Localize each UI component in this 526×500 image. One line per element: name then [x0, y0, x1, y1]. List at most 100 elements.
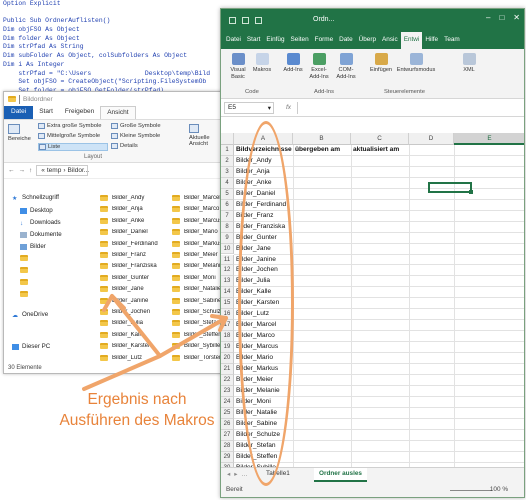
data-cell[interactable]: Bilder_Mario	[234, 353, 273, 364]
formula-input[interactable]	[297, 101, 524, 114]
select-all-corner[interactable]	[221, 133, 234, 145]
data-cell[interactable]: Bilder_Marcus	[234, 342, 278, 353]
view-extra-large-icons[interactable]: Extra große Symbole	[38, 123, 101, 129]
folder-item[interactable]: Bilder_Janine	[100, 297, 162, 304]
nav-folder-3[interactable]	[20, 279, 28, 285]
row-header[interactable]: 25	[221, 407, 234, 419]
data-cell[interactable]: Bilder_Natalie	[234, 408, 277, 419]
data-cell[interactable]: Bilder_Lutz	[234, 309, 269, 320]
data-cell[interactable]: Bilder_Julia	[234, 276, 270, 287]
data-cell[interactable]: Bilder_Anke	[234, 178, 272, 189]
xml-button[interactable]: XML	[459, 53, 479, 74]
back-arrow-icon[interactable]: ←	[8, 167, 15, 174]
folder-item[interactable]: Bilder_Jane	[100, 286, 162, 293]
data-cell[interactable]: Bilder_Franziska	[234, 222, 285, 233]
nav-pictures[interactable]: Bilder	[20, 243, 46, 250]
data-cell[interactable]: Bilder_Marcel	[234, 320, 276, 331]
row-header[interactable]: 13	[221, 276, 234, 288]
row-header[interactable]: 21	[221, 364, 234, 375]
folder-item[interactable]: Bilder_Anke	[100, 217, 162, 224]
row-header[interactable]: 7	[221, 210, 234, 222]
view-small-icons[interactable]: Kleine Symbole	[111, 133, 160, 139]
function-icon[interactable]: fx	[286, 104, 291, 111]
row-header[interactable]: 23	[221, 385, 234, 397]
folder-item[interactable]: Bilder_Franz	[100, 252, 162, 258]
addins-button[interactable]: Add-Ins	[283, 53, 303, 74]
nav-onedrive[interactable]: ☁ OneDrive	[12, 311, 48, 319]
address-path[interactable]: « temp › Bildor...	[36, 165, 89, 176]
macros-button[interactable]: Makros	[251, 53, 273, 74]
header-cell[interactable]: übergeben am	[293, 145, 340, 156]
header-cell[interactable]: Bildverzeichnisse	[234, 145, 292, 156]
data-cell[interactable]: Bilder_Steffen	[234, 452, 277, 463]
forward-arrow-icon[interactable]: →	[19, 167, 26, 174]
sheet-tab-ordner[interactable]: Ordner ausles	[314, 468, 367, 482]
data-cell[interactable]: Bilder_Marco	[234, 331, 275, 342]
data-cell[interactable]: Bilder_Melanie	[234, 386, 280, 397]
row-header[interactable]: 20	[221, 353, 234, 364]
data-cell[interactable]: Bilder_Meier	[234, 375, 273, 386]
column-header[interactable]: D	[409, 133, 454, 145]
data-cell[interactable]: Bilder_Karsten	[234, 298, 279, 309]
data-cell[interactable]: Bilder_Markus	[234, 364, 278, 375]
folder-item[interactable]: Bilder_Lutz	[100, 354, 162, 361]
row-header[interactable]: 3	[221, 166, 234, 178]
sheet-tab-tabelle1[interactable]: Tabelle1	[266, 470, 290, 477]
minimize-icon[interactable]: –	[486, 13, 490, 22]
nav-folder-2[interactable]	[20, 267, 28, 273]
excel-tab[interactable]: Überp	[356, 32, 379, 49]
excel-tab[interactable]: Forme	[312, 32, 336, 49]
autosave-icon[interactable]	[229, 17, 236, 24]
excel-tab[interactable]: Hilfe	[422, 32, 441, 49]
excel-tab[interactable]: Entwi	[400, 32, 423, 49]
row-header[interactable]: 22	[221, 374, 234, 386]
data-cell[interactable]: Bilder_Anja	[234, 167, 270, 178]
row-header[interactable]: 12	[221, 265, 234, 277]
data-cell[interactable]: Bilder_Franz	[234, 211, 273, 222]
folder-item[interactable]: Bilder_Kalle	[100, 331, 162, 338]
panes-button[interactable]: Bereiche	[8, 124, 31, 142]
tab-freigeben[interactable]: Freigeben	[59, 106, 100, 119]
excel-tab[interactable]: Seiten	[288, 32, 312, 49]
row-header[interactable]: 2	[221, 155, 234, 167]
save-icon[interactable]	[242, 17, 249, 24]
column-header[interactable]: E	[454, 133, 524, 145]
folder-item[interactable]: Bilder_Jochen	[100, 309, 162, 315]
folder-item[interactable]: Bilder_Julia	[100, 320, 162, 327]
folder-item[interactable]: Bilder_Karsten	[100, 343, 162, 350]
zoom-level[interactable]: 100 %	[490, 486, 508, 493]
worksheet-grid[interactable]: A B C D E 1 2 3 4 5 6 7 8 9 10 11 12 13 14 15 16 17 18 19 20 21 22…	[221, 133, 524, 468]
row-header[interactable]: 28	[221, 440, 234, 452]
visual-basic-button[interactable]: Visual Basic	[227, 53, 249, 80]
row-header[interactable]: 15	[221, 298, 234, 310]
data-cell[interactable]: Bilder_Jane	[234, 244, 271, 255]
zoom-slider[interactable]	[450, 490, 492, 491]
view-large-icons[interactable]: Große Symbole	[111, 123, 161, 129]
maximize-icon[interactable]: □	[499, 13, 504, 22]
undo-icon[interactable]	[255, 17, 262, 24]
excel-tab[interactable]: Datei	[223, 32, 244, 49]
folder-item[interactable]: Bilder_Ferdinand	[100, 240, 162, 247]
header-cell[interactable]: aktualisiert am	[351, 145, 399, 156]
excel-tab[interactable]: Ansic	[379, 32, 401, 49]
row-header[interactable]: 11	[221, 254, 234, 266]
up-arrow-icon[interactable]: ↑	[29, 167, 32, 174]
nav-downloads[interactable]: ↓ Downloads	[20, 219, 61, 227]
tab-ansicht[interactable]: Ansicht	[100, 106, 136, 119]
row-header[interactable]: 1	[221, 145, 234, 156]
row-header[interactable]: 29	[221, 451, 234, 463]
data-cell[interactable]: Bilder_Moni	[234, 397, 271, 408]
view-list[interactable]: Liste	[38, 143, 108, 151]
row-header[interactable]: 14	[221, 287, 234, 299]
name-box[interactable]: E5 ▾	[224, 101, 274, 114]
sheet-nav-arrows[interactable]: ◂▸…	[227, 470, 252, 478]
selected-cell[interactable]	[428, 182, 473, 194]
excel-addins-button[interactable]: Excel-Add-Ins	[307, 53, 331, 80]
excel-tab[interactable]: Start	[244, 32, 264, 49]
close-icon[interactable]: ✕	[513, 13, 520, 22]
row-header[interactable]: 26	[221, 418, 234, 430]
com-addins-button[interactable]: COM-Add-Ins	[334, 53, 358, 80]
folder-item[interactable]: Bilder_Gunter	[100, 274, 162, 281]
design-mode-button[interactable]: Entwurfsmodus	[396, 53, 436, 74]
view-medium-icons[interactable]: Mittelgroße Symbole	[38, 133, 100, 139]
